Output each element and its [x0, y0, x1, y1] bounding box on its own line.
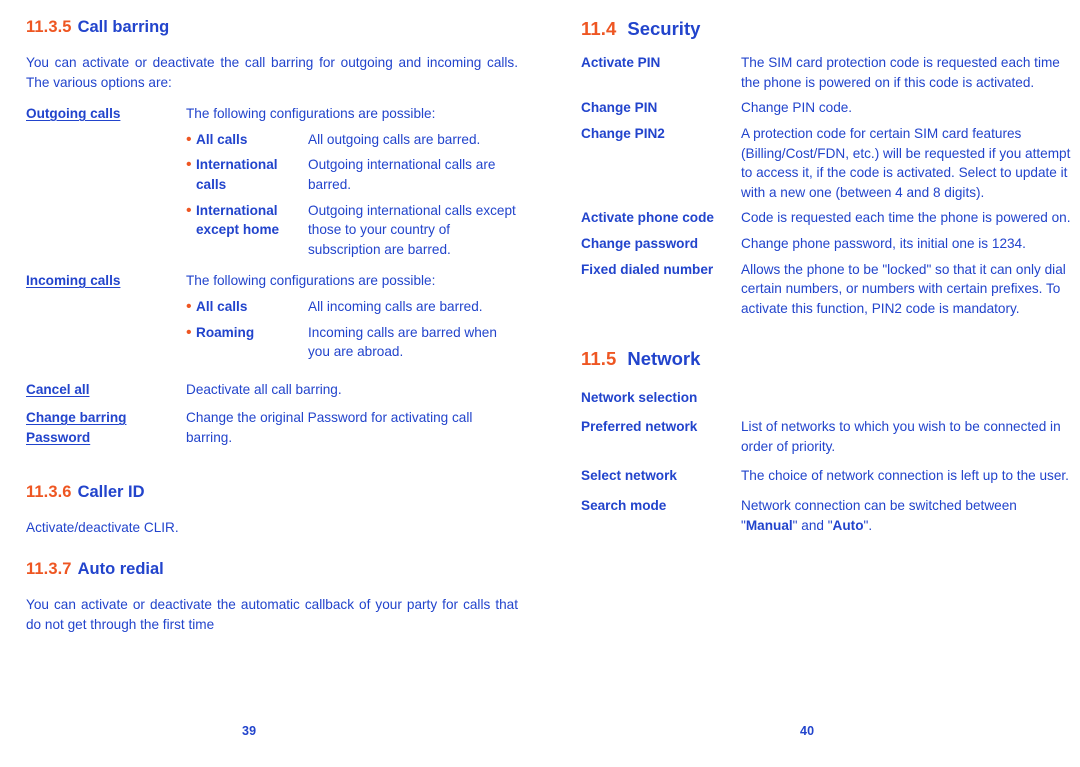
row-change-barring-password: Change barring Password Change the origi…	[26, 408, 518, 447]
term-description: A protection code for certain SIM card f…	[741, 126, 1071, 200]
paragraph-auto-redial: You can activate or deactivate the autom…	[26, 597, 518, 632]
bullet-icon: •	[186, 130, 192, 148]
heading-number: 11.5	[581, 348, 617, 370]
heading-number: 11.4	[581, 18, 617, 39]
bullet-icon: •	[186, 297, 192, 315]
term-label: Activate PIN	[581, 55, 661, 71]
heading-number: 11.3.7	[26, 560, 72, 579]
row-change-pin: Change PIN Change PIN code.	[581, 98, 1073, 118]
page-40-content: 11.4 Security Activate PIN The SIM card p…	[581, 18, 1073, 535]
term-description: The following configurations are possibl…	[186, 273, 436, 289]
term-label: All calls	[196, 131, 248, 147]
term-description: Incoming calls are barred when you are a…	[308, 324, 497, 360]
row-cancel-all: Cancel all Deactivate all call barring.	[26, 380, 518, 400]
row-outgoing-all-calls: • All calls All outgoing calls are barre…	[26, 130, 518, 150]
row-incoming-all-calls: • All calls All incoming calls are barre…	[26, 297, 518, 317]
heading-title: Call barring	[77, 18, 170, 36]
term-description: Change the original Password for activat…	[186, 410, 473, 445]
row-change-pin2: Change PIN2 A protection code for certai…	[581, 124, 1073, 202]
heading-11-3-6: 11.3.6 Caller ID	[26, 483, 518, 502]
term-description: The choice of network connection is left…	[741, 468, 1069, 484]
row-network-selection: Network selection	[581, 388, 1073, 408]
term-label: Change password	[581, 236, 699, 252]
term-label: Change PIN2	[581, 126, 665, 142]
row-change-password: Change password Change phone password, i…	[581, 234, 1073, 254]
term-label: Search mode	[581, 498, 667, 514]
call-barring-rows: Outgoing calls The following configurati…	[26, 104, 518, 447]
page-40: 11.4 Security Activate PIN The SIM card p…	[540, 0, 1080, 767]
document-spread: 11.3.5 Call barring You can activate or d…	[0, 0, 1080, 767]
security-rows: Activate PIN The SIM card protection cod…	[581, 53, 1073, 318]
term-description: Change phone password, its initial one i…	[741, 236, 1026, 252]
term-label: Outgoing calls	[26, 106, 121, 122]
bullet-icon: •	[186, 323, 192, 341]
row-preferred-network: Preferred network List of networks to wh…	[581, 417, 1073, 456]
heading-title: Caller ID	[77, 483, 145, 502]
row-outgoing-international-calls: • International calls Outgoing internati…	[26, 155, 518, 194]
term-description: Outgoing international calls except thos…	[308, 202, 516, 257]
term-label: Activate phone code	[581, 210, 714, 226]
heading-11-5: 11.5 Network	[581, 348, 1073, 369]
term-description: The following configurations are possibl…	[186, 106, 436, 122]
term-label: International except home	[196, 202, 280, 238]
term-description: List of networks to which you wish to be…	[741, 419, 1061, 454]
row-activate-phone-code: Activate phone code Code is requested ea…	[581, 208, 1073, 228]
term-description: Code is requested each time the phone is…	[741, 210, 1071, 226]
row-fixed-dialed-number: Fixed dialed number Allows the phone to …	[581, 260, 1073, 319]
term-description: All incoming calls are barred.	[308, 298, 483, 314]
row-incoming-calls: Incoming calls The following configurati…	[26, 271, 518, 291]
heading-title: Network	[627, 348, 701, 370]
heading-number: 11.3.6	[26, 483, 72, 502]
term-description: Change PIN code.	[741, 100, 853, 116]
page-number-right: 40	[800, 724, 815, 738]
row-outgoing-international-except-home: • International except home Outgoing int…	[26, 201, 518, 260]
page-39-content: 11.3.5 Call barring You can activate or d…	[26, 18, 518, 634]
term-label: Preferred network	[581, 419, 698, 435]
term-label: International calls	[196, 157, 278, 192]
network-rows: Network selection Preferred network List…	[581, 388, 1073, 536]
term-label: Change PIN	[581, 100, 658, 116]
bullet-icon: •	[186, 201, 192, 219]
term-description: Deactivate all call barring.	[186, 381, 342, 397]
term-label: Select network	[581, 468, 677, 484]
term-label: All calls	[196, 298, 248, 314]
heading-11-3-5: 11.3.5 Call barring	[26, 18, 518, 37]
term-label: Change barring Password	[26, 410, 127, 445]
page-number-left: 39	[242, 724, 257, 738]
paragraph-call-barring-intro: You can activate or deactivate the call …	[26, 54, 518, 90]
row-outgoing-calls: Outgoing calls The following configurati…	[26, 104, 518, 124]
term-label: Cancel all	[26, 381, 90, 397]
bullet-icon: •	[186, 156, 192, 174]
row-incoming-roaming: • Roaming Incoming calls are barred when…	[26, 323, 518, 362]
row-select-network: Select network The choice of network con…	[581, 466, 1073, 486]
heading-title: Auto redial	[77, 560, 164, 579]
term-description: Network connection can be switched betwe…	[741, 498, 1017, 533]
term-label: Network selection	[581, 389, 698, 405]
term-description: The SIM card protection code is requeste…	[741, 55, 1060, 90]
heading-number: 11.3.5	[26, 18, 72, 36]
heading-title: Security	[627, 18, 701, 39]
term-label: Roaming	[196, 324, 255, 340]
row-search-mode: Search mode Network connection can be sw…	[581, 496, 1073, 535]
term-description: Allows the phone to be "locked" so that …	[741, 261, 1066, 316]
heading-11-4: 11.4 Security	[581, 18, 1073, 39]
row-activate-pin: Activate PIN The SIM card protection cod…	[581, 53, 1073, 92]
paragraph-caller-id: Activate/deactivate CLIR.	[26, 520, 179, 536]
term-label: Fixed dialed number	[581, 261, 714, 277]
term-label: Incoming calls	[26, 273, 121, 289]
page-39: 11.3.5 Call barring You can activate or d…	[0, 0, 540, 767]
heading-11-3-7: 11.3.7 Auto redial	[26, 560, 518, 579]
term-description: All outgoing calls are barred.	[308, 131, 481, 147]
term-description: Outgoing international calls are barred.	[308, 157, 496, 192]
